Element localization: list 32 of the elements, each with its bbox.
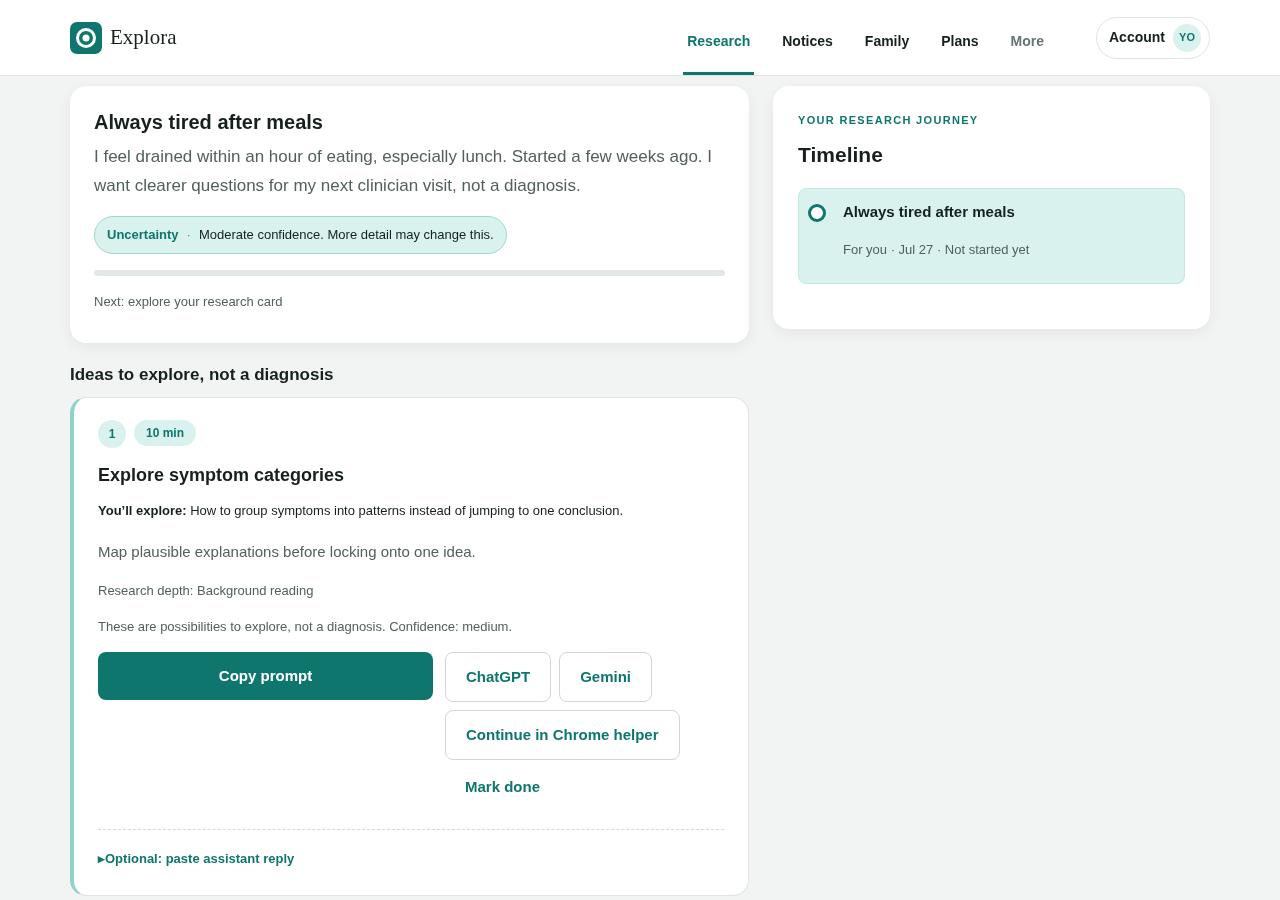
next-step-text: Next: explore your research card [94, 292, 284, 311]
mark-done-button[interactable]: Mark done [445, 768, 560, 807]
section-heading: Ideas to explore, not a diagnosis [70, 365, 335, 386]
optional-toggle[interactable]: ▸Optional: paste assistant reply [98, 848, 295, 869]
nav-tab[interactable]: Plans [937, 5, 983, 75]
depth-text: Research depth: Background reading [98, 582, 315, 601]
eyebrow-label: YOUR RESEARCH JOURNEY [798, 113, 980, 128]
step-number: 1 [98, 420, 126, 449]
assistant-button[interactable]: Gemini [559, 652, 653, 703]
assistant-button[interactable]: ChatGPT [445, 652, 552, 703]
brand-name[interactable]: Explora [110, 21, 177, 54]
timeline-item[interactable]: Always tired after meals For you · Jul 27 · Not started yet [798, 188, 1185, 284]
idea-summary: Map plausible explanations before locking onto one idea. [98, 541, 477, 562]
account-button[interactable]: Account YO [1096, 16, 1210, 59]
nav-tab[interactable]: Family [860, 5, 914, 75]
nav-tab[interactable]: More [1006, 5, 1048, 75]
copy-prompt-button[interactable]: Copy prompt [98, 652, 433, 701]
duration-tag: 10 min [134, 420, 196, 447]
confidence-note: These are possibilities to explore, not a diagnosis. Confidence: medium. [98, 617, 514, 636]
avatar: YO [1173, 23, 1201, 52]
idea-title: Explore symptom categories [98, 464, 346, 488]
logo-icon [70, 21, 102, 54]
timeline-item-meta: For you · Jul 27 · Not started yet [843, 240, 1030, 259]
nav-tab[interactable]: Research [683, 5, 755, 75]
uncertainty-pill: Uncertainty · Moderate confidence. More detail may change this. [94, 216, 507, 254]
timeline-item-title: Always tired after meals [843, 202, 1016, 222]
helper-button[interactable]: Continue in Chrome helper [445, 710, 680, 761]
explore-text: You’ll explore: How to group symptoms into patterns instead of jumping to one conclusion. [98, 502, 625, 521]
question-title: Always tired after meals [94, 110, 324, 134]
question-description: I feel drained within an hour of eating, especially lunch. Started a few weeks ago. I want clearer questions for my next clinician visit, not a diagnosis. [94, 146, 714, 197]
timeline-title: Timeline [798, 141, 884, 168]
nav-tab[interactable]: Notices [778, 5, 837, 75]
